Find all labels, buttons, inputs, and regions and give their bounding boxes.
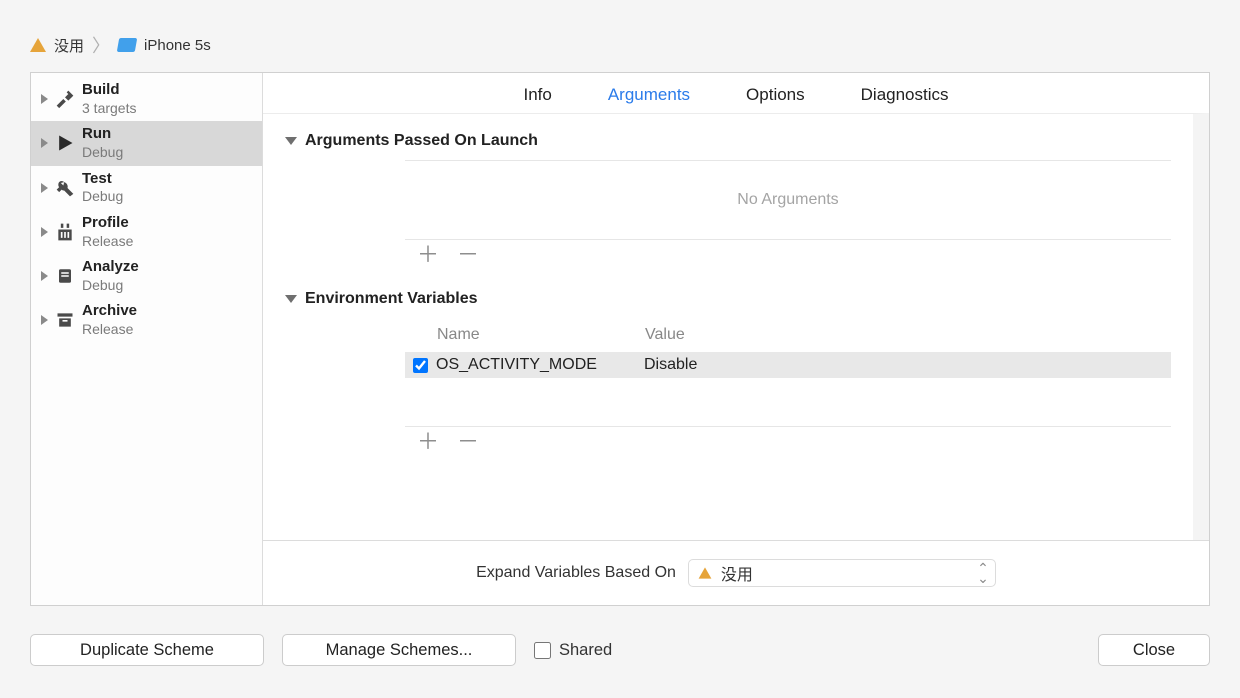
expand-variables-select[interactable]: 没用 ⌃⌄ — [688, 559, 996, 587]
sidebar-item-sub: 3 targets — [82, 100, 136, 118]
chevron-right-icon — [41, 183, 48, 193]
sidebar-item-label: Run — [82, 125, 123, 144]
add-argument-button[interactable]: ＋ — [417, 248, 439, 262]
column-name: Name — [437, 326, 645, 344]
sidebar-item-profile[interactable]: Profile Release — [31, 210, 262, 254]
arguments-content: Arguments Passed On Launch No Arguments … — [263, 113, 1209, 540]
expand-variables-label: Expand Variables Based On — [476, 564, 676, 582]
env-row[interactable]: OS_ACTIVITY_MODE Disable — [405, 352, 1171, 378]
duplicate-scheme-button[interactable]: Duplicate Scheme — [30, 634, 264, 666]
scheme-editor-window: 没用 〉 iPhone 5s Build 3 targets — [0, 0, 1240, 696]
sidebar-item-label: Test — [82, 170, 123, 189]
sidebar-item-sub: Debug — [82, 144, 123, 162]
section-header-env[interactable]: Environment Variables — [285, 290, 1171, 308]
select-arrows-icon: ⌃⌄ — [977, 563, 989, 583]
close-button[interactable]: Close — [1098, 634, 1210, 666]
sidebar-item-label: Build — [82, 81, 136, 100]
gauge-icon — [54, 221, 76, 243]
remove-argument-button[interactable]: － — [457, 248, 479, 262]
manage-schemes-button[interactable]: Manage Schemes... — [282, 634, 516, 666]
chevron-down-icon — [285, 137, 297, 145]
sidebar-item-label: Profile — [82, 214, 133, 233]
sidebar-item-label: Analyze — [82, 258, 139, 277]
sidebar-item-build[interactable]: Build 3 targets — [31, 77, 262, 121]
chevron-right-icon — [41, 227, 48, 237]
section-arguments: Arguments Passed On Launch No Arguments … — [285, 132, 1171, 262]
column-value: Value — [645, 326, 1159, 344]
chevron-right-icon — [41, 271, 48, 281]
chevron-right-icon — [41, 138, 48, 148]
sidebar-item-analyze[interactable]: Analyze Debug — [31, 254, 262, 298]
env-table: Name Value OS_ACTIVITY_MODE Disable — [405, 318, 1171, 427]
section-title: Arguments Passed On Launch — [305, 132, 538, 150]
breadcrumb-scheme: 没用 — [54, 35, 84, 56]
sidebar-item-label: Archive — [82, 302, 137, 321]
shared-checkbox-wrap[interactable]: Shared — [534, 641, 612, 660]
analyze-icon — [54, 265, 76, 287]
detail-pane: Info Arguments Options Diagnostics Argum… — [263, 73, 1209, 605]
section-title: Environment Variables — [305, 290, 478, 308]
scheme-dialog: Build 3 targets Run Debug — [30, 72, 1210, 606]
sidebar-item-sub: Release — [82, 321, 137, 339]
tab-info[interactable]: Info — [523, 85, 551, 105]
tab-arguments[interactable]: Arguments — [608, 85, 690, 105]
chevron-right-icon — [41, 94, 48, 104]
breadcrumb[interactable]: 没用 〉 iPhone 5s — [30, 30, 1210, 60]
env-row-value[interactable]: Disable — [644, 356, 1159, 374]
shared-label: Shared — [559, 641, 612, 660]
expand-variables-value: 没用 — [721, 561, 753, 585]
add-env-button[interactable]: ＋ — [417, 435, 439, 449]
action-sidebar: Build 3 targets Run Debug — [31, 73, 263, 605]
play-icon — [54, 132, 76, 154]
wrench-icon — [54, 177, 76, 199]
breadcrumb-destination: iPhone 5s — [144, 37, 211, 54]
tab-options[interactable]: Options — [746, 85, 805, 105]
shared-checkbox[interactable] — [534, 642, 551, 659]
sidebar-item-sub: Debug — [82, 188, 123, 206]
sidebar-item-archive[interactable]: Archive Release — [31, 298, 262, 342]
sidebar-item-sub: Debug — [82, 277, 139, 295]
env-table-header: Name Value — [405, 318, 1171, 352]
chevron-down-icon — [285, 295, 297, 303]
remove-env-button[interactable]: － — [457, 435, 479, 449]
arguments-table: No Arguments — [405, 160, 1171, 240]
hammer-icon — [54, 88, 76, 110]
sidebar-item-test[interactable]: Test Debug — [31, 166, 262, 210]
tab-bar: Info Arguments Options Diagnostics — [263, 73, 1209, 113]
env-row-name[interactable]: OS_ACTIVITY_MODE — [436, 356, 644, 374]
sidebar-item-run[interactable]: Run Debug — [31, 121, 262, 165]
arguments-empty-text: No Arguments — [405, 161, 1171, 239]
app-icon — [699, 567, 712, 578]
archive-icon — [54, 309, 76, 331]
breadcrumb-separator: 〉 — [92, 32, 110, 58]
sidebar-item-sub: Release — [82, 233, 133, 251]
tab-diagnostics[interactable]: Diagnostics — [861, 85, 949, 105]
device-icon — [117, 38, 137, 52]
section-env-vars: Environment Variables Name Value OS_ACTI… — [285, 290, 1171, 449]
app-icon — [30, 38, 46, 52]
expand-variables-footer: Expand Variables Based On 没用 ⌃⌄ — [263, 540, 1209, 605]
chevron-right-icon — [41, 315, 48, 325]
button-bar: Duplicate Scheme Manage Schemes... Share… — [30, 634, 1210, 666]
section-header-arguments[interactable]: Arguments Passed On Launch — [285, 132, 1171, 150]
env-row-checkbox[interactable] — [413, 358, 428, 373]
